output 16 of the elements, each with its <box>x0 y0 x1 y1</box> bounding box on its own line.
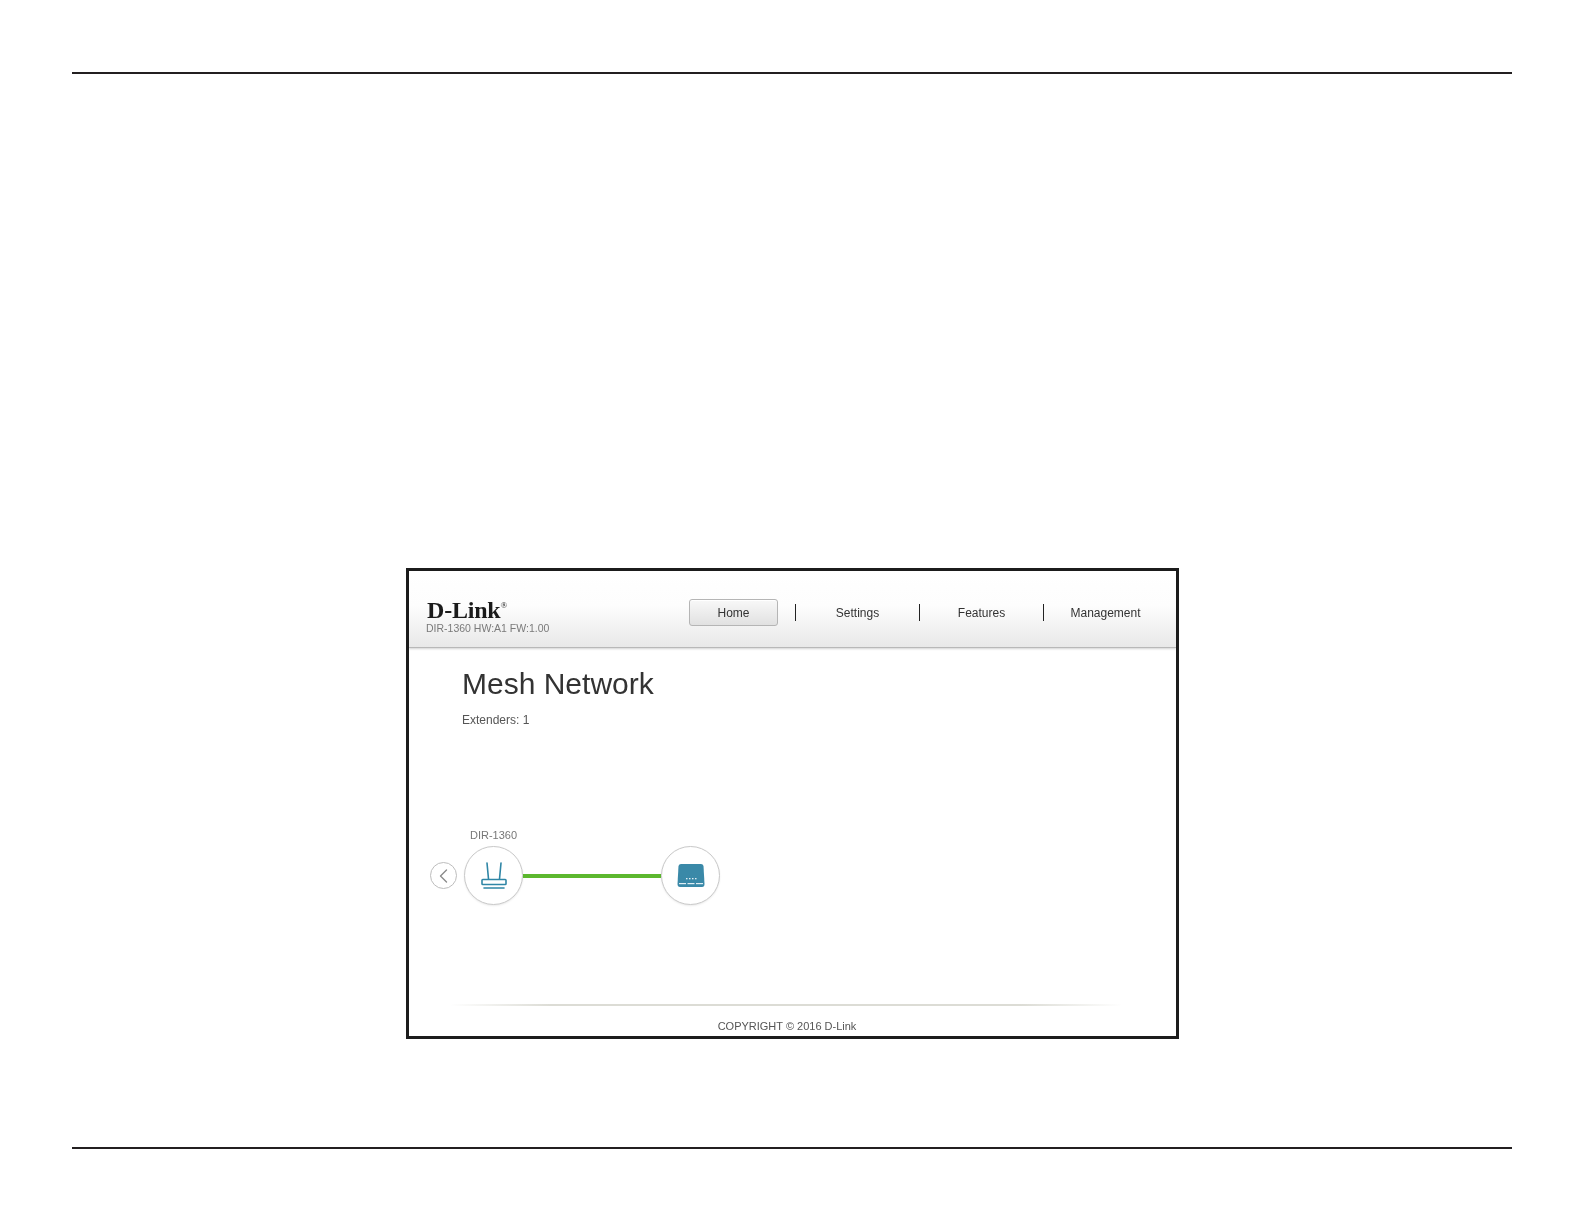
router-icon <box>480 861 507 890</box>
nav-tab[interactable]: Features <box>937 599 1026 626</box>
nav-tab[interactable]: Management <box>1061 599 1150 626</box>
node-label: DIR-1360 <box>469 828 518 842</box>
logo-text: D-Link$^{®}$ <box>427 600 509 621</box>
extenders-count: Extenders: 1 <box>462 712 531 728</box>
chevron-left-icon <box>439 868 448 883</box>
page-title: Mesh Network <box>462 666 655 702</box>
nav-tab[interactable]: Settings <box>813 599 902 626</box>
device-info: DIR-1360 HW:A1 FW:1.00 <box>426 622 550 634</box>
back-button[interactable] <box>430 862 457 889</box>
copyright-text: COPYRIGHT © 2016 D-Link <box>716 1019 858 1033</box>
extender-node[interactable] <box>661 846 720 905</box>
nav-tab[interactable]: Home <box>689 599 778 626</box>
network-device-icon <box>676 863 705 888</box>
router-node[interactable] <box>464 846 523 905</box>
